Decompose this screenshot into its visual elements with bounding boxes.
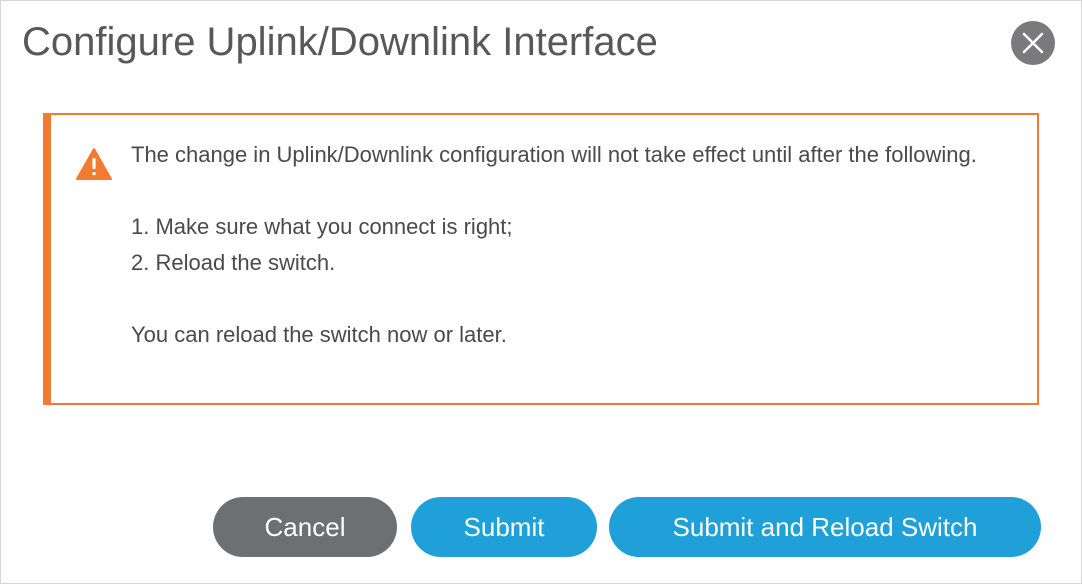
submit-button[interactable]: Submit [411, 497, 597, 557]
alert-message: The change in Uplink/Downlink configurat… [131, 137, 1011, 353]
warning-icon [76, 148, 112, 180]
warning-alert: The change in Uplink/Downlink configurat… [43, 113, 1039, 405]
alert-step-2: 2. Reload the switch. [131, 250, 336, 275]
submit-and-reload-button[interactable]: Submit and Reload Switch [609, 497, 1041, 557]
alert-footer-note: You can reload the switch now or later. [131, 322, 507, 347]
cancel-button[interactable]: Cancel [213, 497, 397, 557]
alert-step-1: 1. Make sure what you connect is right; [131, 214, 513, 239]
close-button[interactable] [1011, 21, 1055, 65]
close-icon [1022, 32, 1044, 54]
alert-message-main: The change in Uplink/Downlink configurat… [131, 142, 977, 167]
dialog-title: Configure Uplink/Downlink Interface [22, 20, 658, 64]
configure-interface-dialog: Configure Uplink/Downlink Interface The … [0, 0, 1082, 584]
